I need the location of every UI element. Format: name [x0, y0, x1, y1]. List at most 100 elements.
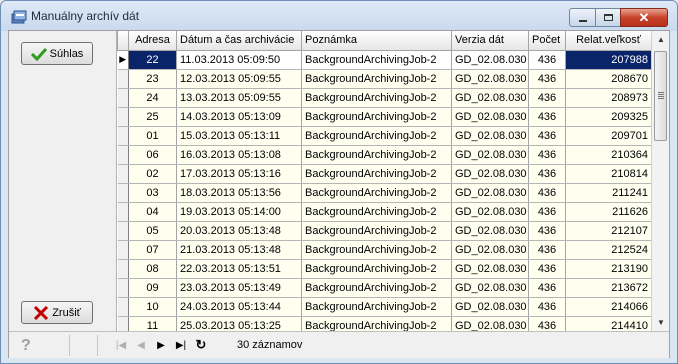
cell-relsize[interactable]: 212107 [565, 221, 651, 241]
cell-relsize[interactable]: 210814 [565, 164, 651, 184]
title-bar[interactable]: Manuálny archív dát ✕ [1, 1, 677, 31]
cell-count[interactable]: 436 [528, 50, 566, 70]
table-row[interactable]: 05 20.03.2013 05:13:48 BackgroundArchiving… [117, 221, 651, 241]
cancel-button[interactable]: Zrušiť [21, 301, 93, 324]
cell-address[interactable]: 08 [128, 259, 177, 279]
cell-datetime[interactable]: 14.03.2013 05:13:09 [176, 107, 302, 127]
column-header-datetime[interactable]: Dátum a čas archivácie [176, 31, 302, 51]
cell-note[interactable]: BackgroundArchivingJob-2 [301, 183, 452, 203]
column-header-address[interactable]: Adresa [128, 31, 177, 51]
cell-version[interactable]: GD_02.08.030 [451, 278, 529, 298]
cell-note[interactable]: BackgroundArchivingJob-2 [301, 107, 452, 127]
cell-version[interactable]: GD_02.08.030 [451, 145, 529, 165]
cell-address[interactable]: 11 [128, 316, 177, 331]
cell-datetime[interactable]: 18.03.2013 05:13:56 [176, 183, 302, 203]
cell-relsize[interactable]: 209325 [565, 107, 651, 127]
cell-note[interactable]: BackgroundArchivingJob-2 [301, 259, 452, 279]
table-row[interactable]: 01 15.03.2013 05:13:11 BackgroundArchiving… [117, 126, 651, 146]
cell-version[interactable]: GD_02.08.030 [451, 107, 529, 127]
cell-datetime[interactable]: 25.03.2013 05:13:25 [176, 316, 302, 331]
cell-version[interactable]: GD_02.08.030 [451, 259, 529, 279]
cell-address[interactable]: 10 [128, 297, 177, 317]
cell-count[interactable]: 436 [528, 88, 566, 108]
table-row[interactable]: 03 18.03.2013 05:13:56 BackgroundArchiving… [117, 183, 651, 203]
cell-relsize[interactable]: 213672 [565, 278, 651, 298]
cell-datetime[interactable]: 21.03.2013 05:13:48 [176, 240, 302, 260]
cell-count[interactable]: 436 [528, 221, 566, 241]
cell-relsize[interactable]: 211626 [565, 202, 651, 222]
cell-version[interactable]: GD_02.08.030 [451, 202, 529, 222]
cell-datetime[interactable]: 16.03.2013 05:13:08 [176, 145, 302, 165]
row-indicator[interactable] [117, 88, 129, 108]
column-header-version[interactable]: Verzia dát [451, 31, 529, 51]
cell-version[interactable]: GD_02.08.030 [451, 240, 529, 260]
cell-address[interactable]: 06 [128, 145, 177, 165]
cell-datetime[interactable]: 22.03.2013 05:13:51 [176, 259, 302, 279]
cell-count[interactable]: 436 [528, 69, 566, 89]
cell-datetime[interactable]: 13.03.2013 05:09:55 [176, 88, 302, 108]
cell-address[interactable]: 05 [128, 221, 177, 241]
table-row[interactable]: ▶ 22 11.03.2013 05:09:50 BackgroundArchivin… [117, 50, 651, 70]
table-row[interactable]: 09 23.03.2013 05:13:49 BackgroundArchiving… [117, 278, 651, 298]
cell-address[interactable]: 25 [128, 107, 177, 127]
table-row[interactable]: 04 19.03.2013 05:14:00 BackgroundArchiving… [117, 202, 651, 222]
confirm-button[interactable]: Súhlas [21, 42, 93, 65]
current-row-indicator-icon[interactable]: ▶ [117, 50, 129, 70]
column-header-relsize[interactable]: Relat.veľkosť [565, 31, 651, 51]
cell-version[interactable]: GD_02.08.030 [451, 126, 529, 146]
table-row[interactable]: 11 25.03.2013 05:13:25 BackgroundArchiving… [117, 316, 651, 331]
column-header-note[interactable]: Poznámka [301, 31, 452, 51]
cell-datetime[interactable]: 23.03.2013 05:13:49 [176, 278, 302, 298]
row-indicator[interactable] [117, 69, 129, 89]
cell-relsize[interactable]: 208973 [565, 88, 651, 108]
scroll-down-arrow-icon[interactable]: ▼ [652, 314, 670, 331]
row-indicator[interactable] [117, 145, 129, 165]
cell-count[interactable]: 436 [528, 240, 566, 260]
cell-datetime[interactable]: 11.03.2013 05:09:50 [176, 50, 302, 70]
cell-version[interactable]: GD_02.08.030 [451, 164, 529, 184]
cell-address[interactable]: 01 [128, 126, 177, 146]
cell-version[interactable]: GD_02.08.030 [451, 221, 529, 241]
cell-note[interactable]: BackgroundArchivingJob-2 [301, 297, 452, 317]
cell-address[interactable]: 03 [128, 183, 177, 203]
table-row[interactable]: 06 16.03.2013 05:13:08 BackgroundArchiving… [117, 145, 651, 165]
row-indicator[interactable] [117, 183, 129, 203]
cell-note[interactable]: BackgroundArchivingJob-2 [301, 69, 452, 89]
table-row[interactable]: 02 17.03.2013 05:13:16 BackgroundArchiving… [117, 164, 651, 184]
table-row[interactable]: 10 24.03.2013 05:13:44 BackgroundArchiving… [117, 297, 651, 317]
cell-address[interactable]: 23 [128, 69, 177, 89]
cell-count[interactable]: 436 [528, 107, 566, 127]
refresh-icon[interactable]: ↻ [193, 337, 209, 353]
cell-version[interactable]: GD_02.08.030 [451, 50, 529, 70]
last-record-icon[interactable]: ▶| [173, 337, 189, 353]
row-indicator[interactable] [117, 202, 129, 222]
cell-address[interactable]: 07 [128, 240, 177, 260]
cell-version[interactable]: GD_02.08.030 [451, 297, 529, 317]
cell-address[interactable]: 22 [128, 50, 177, 70]
table-row[interactable]: 23 12.03.2013 05:09:55 BackgroundArchiving… [117, 69, 651, 89]
scroll-up-arrow-icon[interactable]: ▲ [652, 31, 670, 48]
row-indicator[interactable] [117, 278, 129, 298]
cell-count[interactable]: 436 [528, 278, 566, 298]
cell-address[interactable]: 24 [128, 88, 177, 108]
cell-relsize[interactable]: 208670 [565, 69, 651, 89]
cell-note[interactable]: BackgroundArchivingJob-2 [301, 126, 452, 146]
first-record-icon[interactable]: |◀ [113, 337, 129, 353]
cell-note[interactable]: BackgroundArchivingJob-2 [301, 164, 452, 184]
cell-datetime[interactable]: 12.03.2013 05:09:55 [176, 69, 302, 89]
cell-note[interactable]: BackgroundArchivingJob-2 [301, 278, 452, 298]
table-row[interactable]: 25 14.03.2013 05:13:09 BackgroundArchiving… [117, 107, 651, 127]
column-header-count[interactable]: Počet [528, 31, 566, 51]
row-indicator[interactable] [117, 240, 129, 260]
minimize-button[interactable] [569, 8, 596, 27]
row-indicator[interactable] [117, 126, 129, 146]
cell-relsize[interactable]: 212524 [565, 240, 651, 260]
cell-relsize[interactable]: 209701 [565, 126, 651, 146]
row-indicator[interactable] [117, 259, 129, 279]
table-row[interactable]: 07 21.03.2013 05:13:48 BackgroundArchiving… [117, 240, 651, 260]
row-indicator[interactable] [117, 297, 129, 317]
cell-count[interactable]: 436 [528, 145, 566, 165]
cell-relsize[interactable]: 211241 [565, 183, 651, 203]
cell-version[interactable]: GD_02.08.030 [451, 316, 529, 331]
cell-relsize[interactable]: 214410 [565, 316, 651, 331]
